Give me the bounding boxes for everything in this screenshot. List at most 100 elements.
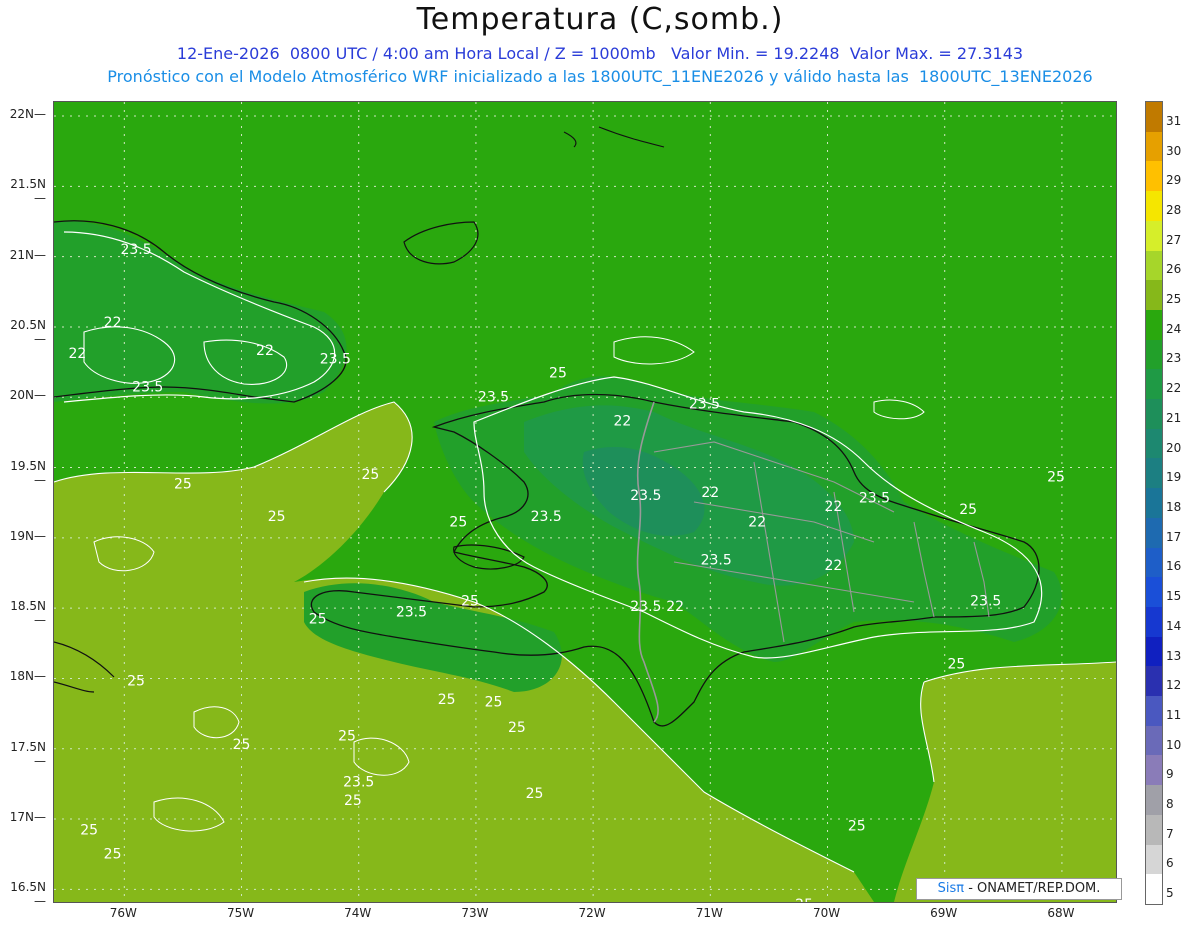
lon-tick-label: 68W xyxy=(1047,906,1075,920)
colorbar-label: 16 xyxy=(1166,559,1182,574)
lat-tick-label: 16.5N— xyxy=(10,880,46,909)
contour-label: 25 xyxy=(362,467,380,483)
lat-tick-label: 18N— xyxy=(9,669,46,684)
colorbar-label: 12 xyxy=(1166,678,1182,693)
colorbar-label: 15 xyxy=(1166,589,1182,604)
colorbar-label: 8 xyxy=(1166,797,1174,812)
credit-text: - ONAMET/REP.DOM. xyxy=(964,881,1101,896)
colorbar-label: 31 xyxy=(1166,113,1182,128)
sis-logo-text: Sisπ xyxy=(937,881,965,896)
lat-tick-label: 19.5N— xyxy=(10,458,46,487)
colorbar-segment xyxy=(1146,280,1162,311)
contour-label: 25 xyxy=(127,673,145,689)
contour-label: 25 xyxy=(959,502,977,518)
colorbar-segment xyxy=(1146,191,1162,222)
colorbar-label: 18 xyxy=(1166,500,1182,514)
lon-tick-label: 76W xyxy=(109,906,137,920)
contour-label: 22 xyxy=(614,413,632,429)
map-subtitle-valid-time: 12-Ene-2026 0800 UTC / 4:00 am Hora Loca… xyxy=(176,44,1024,63)
contour-label: 23.5 xyxy=(120,242,151,258)
contour-label: 22 xyxy=(69,346,87,362)
contour-label: 25 xyxy=(104,846,122,862)
colorbar-segment xyxy=(1146,250,1162,281)
lat-tick-label: 20.5N— xyxy=(10,317,46,346)
colorbar-segment xyxy=(1146,458,1162,489)
colorbar-segment xyxy=(1146,517,1162,549)
colorbar-label: 19 xyxy=(1166,470,1182,485)
lat-tick-label: 22N— xyxy=(9,107,46,122)
contour-label: 25 xyxy=(526,786,544,802)
contour-label: 23.5 xyxy=(859,491,890,507)
lat-tick-label: 18.5N— xyxy=(10,599,46,628)
contour-label: 22 xyxy=(748,515,766,531)
contour-label: 25 xyxy=(338,728,356,744)
contour-label: 25 xyxy=(795,897,813,902)
contour-label: 23.5 xyxy=(343,775,374,791)
lon-tick-label: 71W xyxy=(695,906,723,920)
colorbar-label: 30 xyxy=(1166,143,1182,158)
colorbar-segment xyxy=(1146,814,1162,846)
contour-label: 23.5 xyxy=(320,352,351,368)
colorbar-segment xyxy=(1146,488,1162,519)
temperature-colorbar xyxy=(1145,101,1163,905)
colorbar-segment xyxy=(1146,547,1162,578)
temperature-map-canvas: 23.5 22 22 22 23.5 23.5 25 25 23.5 25 22 23.5 25 23.5… xyxy=(54,102,1116,902)
contour-label: 25 xyxy=(461,593,479,609)
contour-label: 22 xyxy=(701,485,719,501)
colorbar-segment xyxy=(1146,309,1162,341)
contour-label: 23.5 xyxy=(478,389,509,405)
colorbar-label: 6 xyxy=(1166,856,1174,871)
colorbar-segment xyxy=(1146,131,1162,162)
lon-tick-label: 70W xyxy=(812,906,841,920)
colorbar-label: 26 xyxy=(1166,262,1182,277)
colorbar-label: 20 xyxy=(1166,440,1182,455)
lon-tick-label: 73W xyxy=(461,906,489,920)
contour-label: 23.5 xyxy=(531,509,562,525)
colorbar-label: 29 xyxy=(1166,173,1182,188)
contour-label: 23.5 xyxy=(970,593,1001,609)
map-subtitle-model-info: Pronóstico con el Modelo Atmosférico WRF… xyxy=(107,67,1093,86)
contour-label: 25 xyxy=(438,692,456,708)
colorbar-segment xyxy=(1146,874,1162,905)
colorbar-label: 9 xyxy=(1166,767,1174,782)
colorbar-segment xyxy=(1146,725,1162,756)
colorbar-segment xyxy=(1146,636,1162,667)
colorbar-segment xyxy=(1146,161,1162,192)
lat-tick-label: 21N— xyxy=(9,247,46,262)
colorbar-label: 13 xyxy=(1166,648,1182,663)
lon-tick-label: 69W xyxy=(930,906,958,920)
contour-label: 25 xyxy=(233,737,251,753)
colorbar-label: 17 xyxy=(1166,529,1182,544)
map-title: Temperatura (C,somb.) xyxy=(416,2,784,37)
colorbar-label: 11 xyxy=(1166,707,1182,722)
colorbar-segment xyxy=(1146,755,1162,786)
colorbar-label: 23 xyxy=(1166,351,1182,366)
colorbar-label: 14 xyxy=(1166,618,1182,633)
contour-label: 22 xyxy=(256,343,274,359)
colorbar-segment xyxy=(1146,666,1162,697)
contour-label: 23.5 xyxy=(701,553,732,569)
temperature-map: 23.5 22 22 22 23.5 23.5 25 25 23.5 25 22 23.5 25 23.5… xyxy=(53,101,1117,903)
contour-label: 25 xyxy=(508,720,526,736)
colorbar-segment xyxy=(1146,102,1162,133)
contour-label: 25 xyxy=(174,477,192,493)
contour-label: 25 xyxy=(485,695,503,711)
colorbar-segment xyxy=(1146,399,1162,430)
colorbar-label: 7 xyxy=(1166,826,1174,841)
colorbar-segment xyxy=(1146,369,1162,400)
contour-label: 25 xyxy=(268,509,286,525)
lat-tick-label: 19N— xyxy=(9,528,46,543)
contour-label: 25 xyxy=(309,612,327,628)
contour-label: 25 xyxy=(80,823,98,839)
contour-label: 25 xyxy=(344,793,362,809)
colorbar-label: 21 xyxy=(1166,410,1182,425)
contour-label: 22 xyxy=(104,315,122,331)
lat-tick-label: 21.5N— xyxy=(10,177,46,206)
contour-label: 22 xyxy=(824,558,842,574)
lat-tick-label: 17N— xyxy=(9,810,46,825)
colorbar-segment xyxy=(1146,428,1162,459)
colorbar-segment xyxy=(1146,339,1162,370)
colorbar-label: 25 xyxy=(1166,292,1182,307)
colorbar-label: 10 xyxy=(1166,737,1182,752)
colorbar-label: 22 xyxy=(1166,381,1182,396)
